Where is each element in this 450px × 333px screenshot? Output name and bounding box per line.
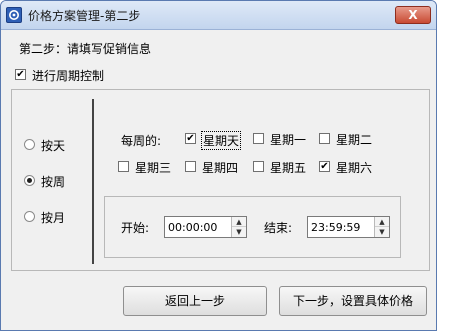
radio-selected-icon[interactable] [24, 175, 35, 186]
weekly-label: 每周的: [121, 134, 162, 148]
checkbox-unchecked-icon[interactable] [118, 161, 129, 172]
start-label: 开始: [121, 221, 150, 235]
radio-unselected-icon[interactable] [24, 211, 35, 222]
end-label: 结束: [264, 221, 293, 235]
day-thursday-label: 星期四 [202, 161, 239, 175]
day-wednesday-label: 星期三 [135, 161, 172, 175]
day-tuesday-label: 星期二 [336, 133, 373, 147]
checkbox-unchecked-icon[interactable] [253, 161, 264, 172]
day-friday-label: 星期五 [270, 161, 307, 175]
spin-up-icon[interactable]: ▲ [232, 217, 246, 227]
end-time-value: 23:59:59 [311, 221, 361, 234]
start-time-field[interactable]: 00:00:00 ▲ ▼ [164, 216, 247, 238]
day-sunday-label: 星期天 [201, 131, 242, 150]
app-icon [6, 7, 22, 23]
start-time-spinner[interactable]: ▲ ▼ [231, 217, 246, 237]
radio-unselected-icon[interactable] [24, 139, 35, 150]
day-monday-label: 星期一 [270, 133, 307, 147]
period-control-label: 进行周期控制 [32, 69, 105, 83]
radio-day-label: 按天 [41, 139, 66, 153]
radio-week-label: 按周 [41, 175, 66, 189]
mode-divider [92, 99, 94, 264]
spin-down-icon[interactable]: ▼ [232, 227, 246, 237]
checkbox-checked-icon[interactable]: ✔ [15, 69, 26, 80]
checkbox-unchecked-icon[interactable] [253, 133, 264, 144]
end-time-field[interactable]: 23:59:59 ▲ ▼ [307, 216, 390, 238]
day-saturday-label: 星期六 [336, 161, 373, 175]
step-instruction: 第二步：请填写促销信息 [19, 42, 152, 56]
start-time-value: 00:00:00 [168, 221, 218, 234]
checkbox-checked-icon[interactable]: ✔ [185, 133, 196, 144]
window-title: 价格方案管理-第二步 [28, 9, 141, 23]
back-button[interactable]: 返回上一步 [123, 286, 267, 316]
spin-down-icon[interactable]: ▼ [375, 227, 389, 237]
spin-up-icon[interactable]: ▲ [375, 217, 389, 227]
radio-month-label: 按月 [41, 211, 66, 225]
checkbox-unchecked-icon[interactable] [185, 161, 196, 172]
next-button[interactable]: 下一步，设置具体价格 [279, 286, 427, 316]
dialog-window: 价格方案管理-第二步 X 第二步：请填写促销信息 ✔ 进行周期控制 按天 按周 … [0, 0, 437, 331]
end-time-spinner[interactable]: ▲ ▼ [374, 217, 389, 237]
checkbox-checked-icon[interactable]: ✔ [319, 161, 330, 172]
close-button[interactable]: X [395, 6, 431, 24]
checkbox-unchecked-icon[interactable] [319, 133, 330, 144]
title-bar: 价格方案管理-第二步 X [1, 1, 436, 30]
